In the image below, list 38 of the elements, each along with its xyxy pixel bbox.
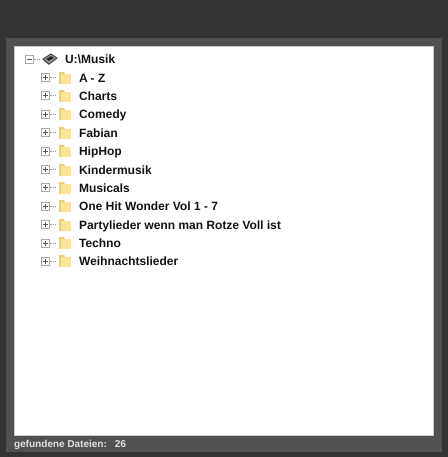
- drive-icon: [42, 52, 58, 66]
- folder-icon: [58, 236, 72, 250]
- expand-toggle[interactable]: [41, 110, 50, 119]
- folder-icon: [58, 199, 72, 214]
- tree-item[interactable]: HipHop: [79, 144, 122, 158]
- file-count: 26: [114, 438, 126, 450]
- tree-item[interactable]: Fabian: [79, 126, 118, 140]
- tree-item[interactable]: One Hit Wonder Vol 1 - 7: [79, 199, 218, 214]
- tree-item[interactable]: Partylieder wenn man Rotze Voll ist: [79, 218, 281, 232]
- folder-icon: [58, 254, 72, 268]
- expand-toggle[interactable]: [41, 256, 50, 266]
- expand-toggle[interactable]: [41, 183, 50, 192]
- expand-toggle[interactable]: [41, 202, 50, 211]
- expand-toggle[interactable]: [41, 146, 50, 156]
- tree-item[interactable]: Techno: [79, 236, 121, 250]
- folder-icon: [58, 218, 72, 232]
- folder-icon: [58, 70, 72, 85]
- expand-toggle[interactable]: [41, 220, 50, 230]
- folder-icon: [58, 88, 72, 103]
- folder-icon: [58, 126, 72, 140]
- folder-icon: [58, 162, 72, 177]
- tree-item[interactable]: Comedy: [79, 107, 126, 122]
- tree-item[interactable]: Weihnachtslieder: [79, 254, 178, 268]
- tree-item[interactable]: U:\Musik: [65, 52, 116, 66]
- folder-icon: [58, 107, 72, 122]
- expand-toggle[interactable]: [41, 238, 50, 248]
- folder-icon: [58, 180, 72, 195]
- tree-item[interactable]: Musicals: [79, 180, 130, 195]
- expand-toggle[interactable]: [41, 73, 50, 82]
- expand-toggle[interactable]: [41, 165, 50, 174]
- tree-item[interactable]: A - Z: [79, 70, 106, 85]
- expand-toggle[interactable]: [41, 91, 50, 100]
- folder-icon: [58, 144, 72, 158]
- tree-item[interactable]: Charts: [79, 88, 118, 103]
- expand-toggle[interactable]: [41, 128, 50, 138]
- collapse-toggle[interactable]: [25, 54, 34, 64]
- status-label: gefundene Dateien:: [14, 438, 107, 450]
- tree-item[interactable]: Kindermusik: [79, 162, 152, 177]
